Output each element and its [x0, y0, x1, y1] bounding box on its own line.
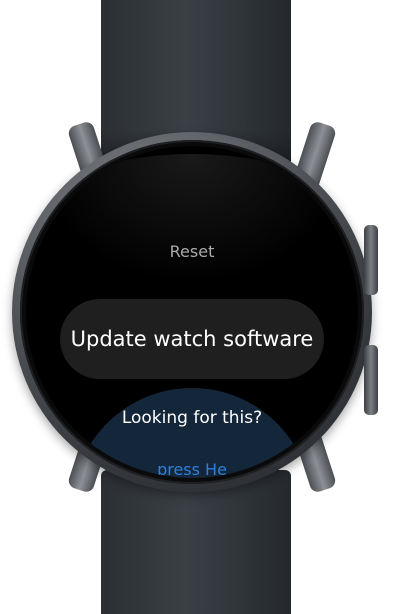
update-watch-software-button[interactable]: Update watch software [60, 299, 324, 379]
page-title: Reset [169, 242, 215, 261]
help-card-link[interactable]: press He [72, 460, 312, 478]
help-card-title: Looking for this? [121, 408, 263, 428]
watch-side-button-top[interactable] [364, 225, 378, 295]
watch-screen: Reset Update watch software Looking for … [26, 146, 358, 478]
looking-for-this-card[interactable]: Looking for this? press He [72, 388, 312, 478]
watch-side-button-bottom[interactable] [364, 345, 378, 415]
